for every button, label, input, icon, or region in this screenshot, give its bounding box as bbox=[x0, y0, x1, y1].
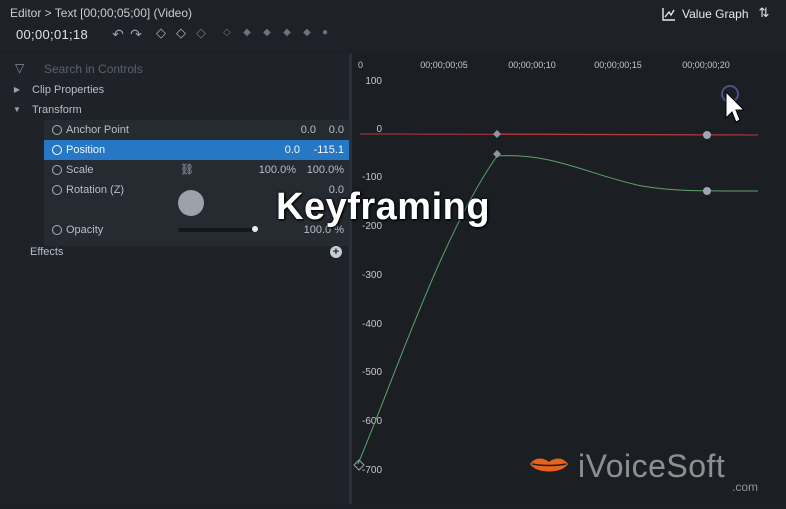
param-position[interactable]: Position 0.0 -115.1 bbox=[44, 140, 350, 160]
param-anchor-point[interactable]: Anchor Point 0.0 0.0 bbox=[44, 120, 350, 140]
time-tick-label: 00;00;00;05 bbox=[420, 60, 468, 70]
param-value-y[interactable]: 0.0 bbox=[320, 120, 344, 140]
value-tick-label: -500 bbox=[362, 367, 382, 378]
value-tick-label: -300 bbox=[362, 270, 382, 281]
param-label: Rotation (Z) bbox=[66, 184, 125, 196]
time-tick-label: 00;00;00;20 bbox=[682, 60, 730, 70]
keyframe-markers[interactable] bbox=[353, 130, 711, 471]
keyframe-marker[interactable] bbox=[703, 131, 711, 139]
overlay-caption: Keyframing bbox=[276, 186, 491, 228]
param-label: Anchor Point bbox=[66, 124, 129, 136]
time-ruler: 0 00;00;00;05 00;00;00;10 00;00;00;15 00;00;… bbox=[358, 60, 730, 70]
redo-icon[interactable]: ↷ bbox=[128, 26, 144, 42]
chevron-down-icon[interactable]: ▼ bbox=[12, 100, 22, 120]
value-graph-canvas[interactable]: 0 00;00;00;05 00;00;00;10 00;00;00;15 00;00;… bbox=[352, 54, 786, 504]
prev-keyframe-icon[interactable]: ◇ bbox=[156, 26, 166, 39]
tree-transform[interactable]: Transform bbox=[32, 100, 82, 120]
keyframe-toggle-icon[interactable] bbox=[52, 145, 62, 155]
watermark-text: iVoiceSoft bbox=[578, 448, 726, 484]
rotation-dial[interactable] bbox=[178, 190, 204, 216]
param-label: Scale bbox=[66, 164, 94, 176]
hold-keyframe-icon[interactable]: ◆ bbox=[242, 28, 252, 38]
param-value-y[interactable]: 100.0% bbox=[300, 160, 344, 180]
keyframe-toggle-icon[interactable] bbox=[52, 165, 62, 175]
search-bar: ▽ bbox=[10, 58, 340, 79]
value-tick-label: -600 bbox=[362, 416, 382, 427]
param-value-x[interactable]: 0.0 bbox=[288, 120, 316, 140]
time-tick-label: 00;00;00;15 bbox=[594, 60, 642, 70]
search-input[interactable] bbox=[42, 59, 336, 79]
value-tick-label: -400 bbox=[362, 319, 382, 330]
ease-both-keyframe-icon[interactable]: ◆ bbox=[302, 28, 312, 38]
tree-effects[interactable]: Effects bbox=[30, 242, 63, 262]
add-keyframe-icon[interactable]: ◇ bbox=[176, 26, 186, 39]
editor-header: Editor > Text [00;00;05;00] (Video) 00;0… bbox=[0, 0, 786, 50]
ease-out-keyframe-icon[interactable]: ◆ bbox=[282, 28, 292, 38]
linear-keyframe-icon[interactable]: ◇ bbox=[222, 28, 232, 38]
param-label: Opacity bbox=[66, 224, 104, 236]
param-value-x[interactable]: 100.0% bbox=[250, 160, 296, 180]
param-scale[interactable]: Scale ⛓ 100.0% 100.0% bbox=[44, 160, 350, 180]
keyframe-marker[interactable] bbox=[703, 187, 711, 195]
value-axis: 1000-100-200-300-400-500-600-700 bbox=[362, 76, 382, 476]
keyframe-toggle-icon[interactable] bbox=[52, 125, 62, 135]
swap-view-icon[interactable]: ⇅ bbox=[756, 5, 772, 21]
lips-logo-icon bbox=[530, 458, 568, 472]
ease-in-keyframe-icon[interactable]: ◆ bbox=[262, 28, 272, 38]
value-tick-label: -100 bbox=[362, 172, 382, 183]
value-tick-label: 100 bbox=[365, 76, 382, 87]
link-icon[interactable]: ⛓ bbox=[180, 164, 194, 176]
add-effect-icon[interactable]: + bbox=[330, 246, 342, 258]
bezier-keyframe-icon[interactable]: ● bbox=[320, 28, 330, 38]
tree-clip-properties[interactable]: Clip Properties bbox=[32, 80, 104, 100]
value-tick-label: -700 bbox=[362, 465, 382, 476]
value-graph-label: Value Graph bbox=[682, 7, 749, 21]
next-keyframe-icon[interactable]: ◇ bbox=[196, 26, 206, 39]
opacity-slider[interactable] bbox=[178, 228, 258, 232]
param-value-x[interactable]: 0.0 bbox=[272, 140, 300, 160]
editor-title: Editor > Text [00;00;05;00] (Video) bbox=[10, 6, 193, 20]
value-tick-label: 0 bbox=[376, 124, 382, 135]
time-tick-label: 0 bbox=[358, 60, 363, 70]
param-label: Position bbox=[66, 144, 106, 156]
undo-icon[interactable]: ↶ bbox=[110, 26, 126, 42]
keyframe-marker[interactable] bbox=[493, 150, 501, 158]
value-graph[interactable]: 0 00;00;00;05 00;00;00;10 00;00;00;15 00;00;… bbox=[352, 54, 786, 504]
opacity-slider-handle[interactable] bbox=[252, 226, 258, 232]
keyframe-toggle-icon[interactable] bbox=[52, 185, 62, 195]
controls-panel: ▽ ▶ Clip Properties ▼ Transform Anchor P… bbox=[0, 54, 350, 504]
watermark-suffix: .com bbox=[732, 480, 759, 494]
keyframe-toggle-icon[interactable] bbox=[52, 225, 62, 235]
mouse-cursor-icon bbox=[721, 85, 746, 123]
value-graph-icon bbox=[662, 8, 675, 21]
timecode-display[interactable]: 00;00;01;18 bbox=[16, 27, 88, 42]
param-value-y[interactable]: -115.1 bbox=[306, 140, 344, 160]
filter-icon[interactable]: ▽ bbox=[15, 61, 29, 75]
time-tick-label: 00;00;00;10 bbox=[508, 60, 556, 70]
value-graph-toggle[interactable]: Value Graph bbox=[662, 5, 749, 23]
chevron-right-icon[interactable]: ▶ bbox=[12, 80, 22, 100]
